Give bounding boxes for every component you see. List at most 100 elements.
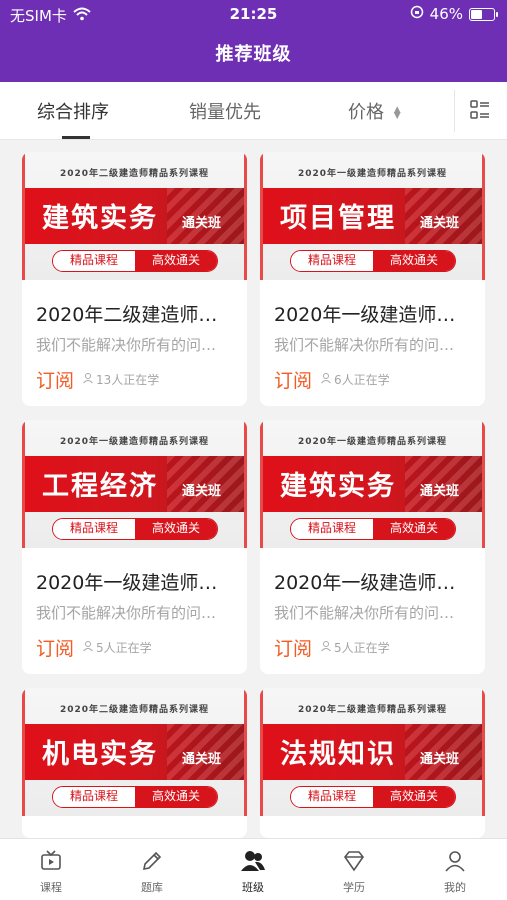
course-card[interactable]: 2020年二级建造师精品系列课程 机电实务 通关班 精品课程 高效通关: [22, 688, 247, 838]
banner-header: 2020年一级建造师精品系列课程: [297, 169, 448, 179]
course-banner: 2020年一级建造师精品系列课程 建筑实务 通关班 精品课程 高效通关: [260, 420, 485, 548]
nav-label: 班级: [242, 881, 264, 894]
learner-count: 5人正在学: [82, 639, 152, 656]
banner-edge: [244, 420, 247, 548]
pencil-icon: [122, 847, 182, 875]
sort-arrows-icon: ▲ ▼: [393, 105, 401, 121]
card-footer: 订阅 5人正在学: [36, 634, 152, 661]
course-desc: 我们不能解决你所有的问…: [274, 604, 455, 622]
pill-quality: 精品课程: [291, 519, 373, 539]
nav-mine[interactable]: 我的: [425, 847, 485, 895]
learner-text: 5人正在学: [334, 641, 390, 655]
people-icon: [320, 372, 332, 387]
layout-toggle-button[interactable]: [470, 100, 490, 124]
course-desc: 我们不能解决你所有的问…: [36, 336, 217, 354]
app-header: 无SIM卡 21:25 46% 推荐班级: [0, 0, 507, 82]
card-footer: 订阅 13人正在学: [36, 366, 159, 393]
banner-pills: 精品课程 高效通关: [290, 518, 456, 540]
rotation-lock-icon: [410, 5, 424, 23]
nav-classes[interactable]: 班级: [223, 847, 283, 895]
pill-efficient: 高效通关: [135, 251, 217, 271]
banner-pills: 精品课程 高效通关: [52, 518, 218, 540]
banner-title: 机电实务: [42, 739, 158, 770]
nav-label: 题库: [141, 881, 163, 894]
banner-edge: [260, 688, 263, 816]
banner-edge: [22, 688, 25, 816]
course-desc: 我们不能解决你所有的问…: [274, 336, 455, 354]
nav-label: 学历: [343, 881, 365, 894]
class-users-icon: [223, 847, 283, 875]
course-desc: 我们不能解决你所有的问…: [36, 604, 217, 622]
learner-text: 6人正在学: [334, 373, 390, 387]
nav-courses[interactable]: 课程: [21, 847, 81, 895]
tab-price[interactable]: 价格 ▲ ▼: [348, 98, 401, 124]
pill-efficient: 高效通关: [373, 519, 455, 539]
pill-quality: 精品课程: [291, 787, 373, 807]
banner-edge: [244, 152, 247, 280]
course-card[interactable]: 2020年二级建造师精品系列课程 建筑实务 通关班 精品课程 高效通关 2020…: [22, 152, 247, 406]
nav-question-bank[interactable]: 题库: [122, 847, 182, 895]
tab-comprehensive[interactable]: 综合排序: [37, 98, 109, 124]
people-icon: [320, 640, 332, 655]
banner-edge: [22, 420, 25, 548]
people-icon: [82, 640, 94, 655]
course-card[interactable]: 2020年一级建造师精品系列课程 项目管理 通关班 精品课程 高效通关 2020…: [260, 152, 485, 406]
subscribe-button[interactable]: 订阅: [36, 366, 74, 393]
banner-header: 2020年二级建造师精品系列课程: [59, 169, 210, 179]
banner-header: 2020年一级建造师精品系列课程: [297, 437, 448, 447]
banner-pills: 精品课程 高效通关: [52, 786, 218, 808]
course-banner: 2020年一级建造师精品系列课程 项目管理 通关班 精品课程 高效通关: [260, 152, 485, 280]
course-card[interactable]: 2020年一级建造师精品系列课程 建筑实务 通关班 精品课程 高效通关 2020…: [260, 420, 485, 674]
pill-efficient: 高效通关: [135, 519, 217, 539]
subscribe-button[interactable]: 订阅: [274, 634, 312, 661]
pill-efficient: 高效通关: [135, 787, 217, 807]
banner-title: 建筑实务: [280, 471, 396, 502]
tab-label: 综合排序: [37, 102, 109, 123]
status-bar: 无SIM卡 21:25 46%: [0, 0, 507, 30]
course-banner: 2020年二级建造师精品系列课程 机电实务 通关班 精品课程 高效通关: [22, 688, 247, 816]
learner-text: 13人正在学: [96, 373, 160, 387]
banner-header: 2020年二级建造师精品系列课程: [297, 705, 448, 715]
pill-quality: 精品课程: [53, 251, 135, 271]
pill-quality: 精品课程: [53, 519, 135, 539]
pill-quality: 精品课程: [291, 251, 373, 271]
course-title: 2020年二级建造师…: [36, 304, 218, 326]
banner-edge: [260, 152, 263, 280]
subscribe-button[interactable]: 订阅: [274, 366, 312, 393]
pill-efficient: 高效通关: [373, 787, 455, 807]
course-card[interactable]: 2020年一级建造师精品系列课程 工程经济 通关班 精品课程 高效通关 2020…: [22, 420, 247, 674]
banner-title: 法规知识: [280, 739, 396, 770]
banner-tag: 通关班: [420, 752, 460, 767]
pill-quality: 精品课程: [53, 787, 135, 807]
banner-pills: 精品课程 高效通关: [290, 250, 456, 272]
tab-sales[interactable]: 销量优先: [189, 98, 261, 124]
sort-tabs: 综合排序 销量优先 价格 ▲ ▼: [0, 82, 507, 140]
banner-edge: [22, 152, 25, 280]
banner-pills: 精品课程 高效通关: [290, 786, 456, 808]
nav-education[interactable]: 学历: [324, 847, 384, 895]
learner-count: 13人正在学: [82, 371, 159, 388]
subscribe-button[interactable]: 订阅: [36, 634, 74, 661]
banner-title: 工程经济: [42, 471, 158, 502]
course-title: 2020年一级建造师…: [36, 572, 218, 594]
course-title: 2020年一级建造师…: [274, 304, 456, 326]
course-card[interactable]: 2020年二级建造师精品系列课程 法规知识 通关班 精品课程 高效通关: [260, 688, 485, 838]
banner-header: 2020年一级建造师精品系列课程: [59, 437, 210, 447]
nav-label: 课程: [40, 881, 62, 894]
banner-tag: 通关班: [420, 216, 460, 231]
user-icon: [425, 847, 485, 875]
banner-edge: [260, 420, 263, 548]
course-banner: 2020年二级建造师精品系列课程 建筑实务 通关班 精品课程 高效通关: [22, 152, 247, 280]
status-right: 46%: [410, 5, 498, 23]
banner-edge: [482, 688, 485, 816]
card-footer: 订阅 6人正在学: [274, 366, 390, 393]
active-tab-indicator: [62, 136, 90, 139]
battery-percent: 46%: [429, 5, 463, 23]
course-banner: 2020年一级建造师精品系列课程 工程经济 通关班 精品课程 高效通关: [22, 420, 247, 548]
tab-label: 价格: [348, 102, 384, 123]
banner-edge: [482, 152, 485, 280]
learner-count: 5人正在学: [320, 639, 390, 656]
banner-title: 项目管理: [280, 203, 396, 234]
course-title: 2020年一级建造师…: [274, 572, 456, 594]
tab-divider: [454, 90, 455, 132]
